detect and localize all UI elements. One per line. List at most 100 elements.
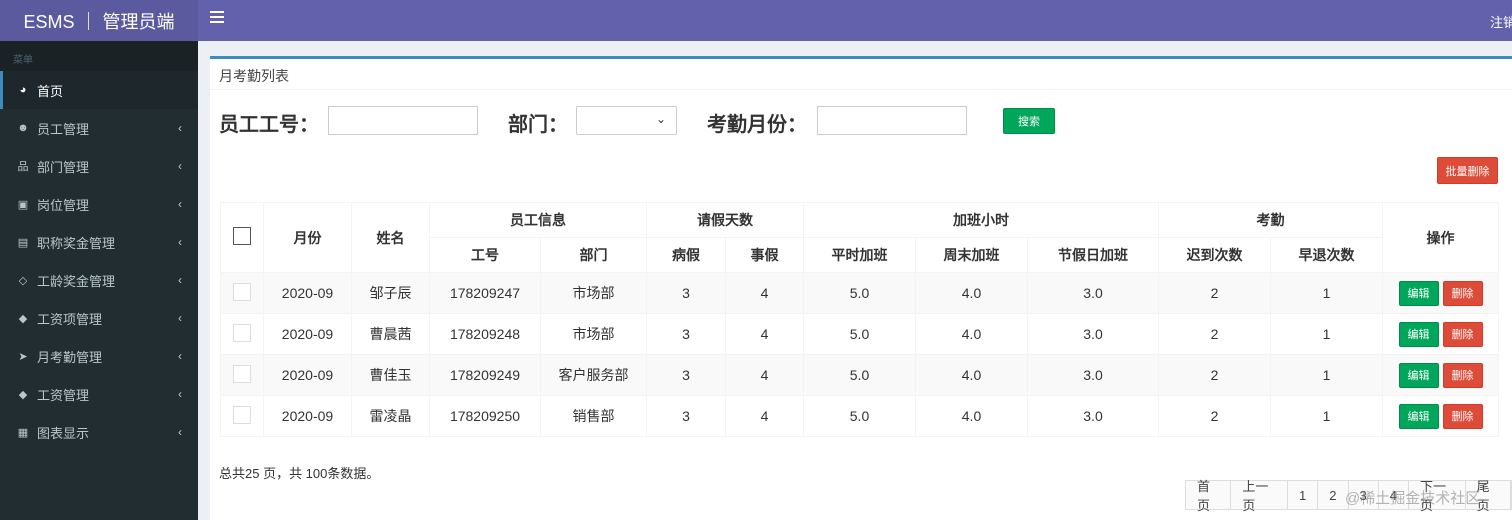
- cell-emp-no: 178209249: [429, 354, 541, 396]
- month-input[interactable]: [817, 106, 967, 135]
- cell-late: 2: [1158, 313, 1271, 355]
- delete-button[interactable]: 删除: [1442, 403, 1483, 429]
- sidebar-item-9[interactable]: ▦ 图表显示 ‹: [0, 413, 198, 451]
- pagination-item[interactable]: 3: [1349, 481, 1379, 509]
- cell-name: 曹晨茜: [351, 313, 430, 355]
- emp-no-input[interactable]: [328, 106, 478, 135]
- cell-early: 1: [1270, 354, 1383, 396]
- delete-button[interactable]: 删除: [1442, 362, 1483, 388]
- sidebar-item-1[interactable]: ☻ 员工管理 ‹: [0, 109, 198, 147]
- cell-ot-holiday: 3.0: [1027, 272, 1159, 314]
- cell-ot-normal: 5.0: [803, 354, 916, 396]
- cell-early: 1: [1270, 395, 1383, 437]
- file-text-icon: ▦: [17, 426, 29, 439]
- code-icon: ◇: [18, 274, 28, 287]
- pagination-item[interactable]: 2: [1318, 481, 1349, 509]
- sidebar-item-label: 部门管理: [37, 159, 90, 175]
- sidebar-item-label: 工资项管理: [37, 311, 103, 327]
- logout-link[interactable]: 注销: [1490, 12, 1512, 31]
- sidebar-item-3[interactable]: ▣ 岗位管理 ‹: [0, 185, 198, 223]
- cell-late: 2: [1158, 395, 1271, 437]
- pagination-item[interactable]: 上一页: [1231, 479, 1289, 513]
- col-late: 迟到次数: [1158, 237, 1271, 273]
- cell-dept: 销售部: [540, 395, 647, 437]
- row-select-cell: [220, 354, 264, 396]
- row-checkbox[interactable]: [233, 282, 251, 301]
- sidebar-item-4[interactable]: ▤ 职称奖金管理 ‹: [0, 223, 198, 261]
- pagination-item[interactable]: 4: [1379, 481, 1409, 509]
- chevron-left-icon: ‹: [178, 425, 182, 439]
- cell-ot-holiday: 3.0: [1027, 354, 1159, 396]
- sidebar-menu-header: 菜单: [0, 41, 198, 71]
- row-select-cell: [220, 313, 264, 355]
- row-select-cell: [220, 395, 264, 437]
- chevron-left-icon: ‹: [178, 197, 182, 211]
- briefcase-icon: ▣: [17, 198, 29, 211]
- sidebar-toggle-icon[interactable]: [210, 11, 224, 25]
- cell-sick: 3: [646, 272, 726, 314]
- col-month: 月份: [263, 202, 352, 273]
- col-ot-normal: 平时加班: [803, 237, 916, 273]
- sidebar-item-label: 首页: [37, 83, 64, 99]
- edit-button[interactable]: 编辑: [1398, 403, 1439, 429]
- search-button[interactable]: 搜索: [1003, 108, 1055, 134]
- paper-plane-icon: ➤: [18, 350, 28, 363]
- table-body: 2020-09 邹子辰 178209247 市场部 3 4 5.0 4.0 3.0 2 1 编辑 删除 2…: [220, 272, 1499, 437]
- pagination-item[interactable]: 1: [1288, 481, 1319, 509]
- top-navbar: 注销: [198, 0, 1512, 41]
- title-divider: [210, 89, 1512, 90]
- row-checkbox[interactable]: [233, 405, 251, 424]
- row-checkbox[interactable]: [233, 323, 251, 342]
- cell-name: 雷凌晶: [351, 395, 430, 437]
- sidebar-item-0[interactable]: ◕ 首页: [0, 71, 198, 109]
- cell-dept: 市场部: [540, 272, 647, 314]
- dashboard-icon: ◕: [19, 84, 27, 96]
- row-select-cell: [220, 272, 264, 314]
- tag-icon: ◆: [18, 388, 28, 401]
- table-row: 2020-09 雷凌晶 178209250 销售部 3 4 5.0 4.0 3.0 2 1 编辑 删除: [220, 395, 1499, 437]
- edit-button[interactable]: 编辑: [1398, 362, 1439, 388]
- edit-button[interactable]: 编辑: [1398, 321, 1439, 347]
- pagination-item[interactable]: 尾页: [1466, 479, 1511, 513]
- cell-ot-normal: 5.0: [803, 272, 916, 314]
- sidebar-item-7[interactable]: ➤ 月考勤管理 ‹: [0, 337, 198, 375]
- sidebar-item-8[interactable]: ◆ 工资管理 ‹: [0, 375, 198, 413]
- cell-dept: 市场部: [540, 313, 647, 355]
- cell-ot-weekend: 4.0: [915, 395, 1028, 437]
- table-row: 2020-09 曹晨茜 178209248 市场部 3 4 5.0 4.0 3.0 2 1 编辑 删除: [220, 313, 1499, 355]
- row-actions-cell: 编辑 删除: [1382, 313, 1499, 355]
- app-logo[interactable]: ESMS ｜ 管理员端: [0, 0, 198, 41]
- dept-label: 部门：: [508, 114, 568, 136]
- batch-delete-button[interactable]: 批量删除: [1437, 157, 1498, 184]
- select-all-checkbox[interactable]: [233, 227, 251, 245]
- chevron-left-icon: ‹: [178, 159, 182, 173]
- sidebar-item-label: 月考勤管理: [37, 349, 103, 365]
- cell-emp-no: 178209248: [429, 313, 541, 355]
- pagination-item[interactable]: 首页: [1186, 479, 1232, 513]
- pagination-summary: 总共25 页，共 100条数据。: [219, 466, 380, 481]
- row-checkbox[interactable]: [233, 364, 251, 383]
- chevron-left-icon: ‹: [178, 235, 182, 249]
- delete-button[interactable]: 删除: [1442, 321, 1483, 347]
- sidebar-menu: ◕ 首页 ☻ 员工管理 ‹ 品部门管理 ‹ ▣ 岗位管理 ‹ ▤ 职称奖金管理 ‹ ◇ 工龄奖金管理 ‹ ◆ 工资…: [0, 71, 198, 451]
- col-sick: 病假: [646, 237, 726, 273]
- col-early: 早退次数: [1270, 237, 1383, 273]
- edit-button[interactable]: 编辑: [1398, 280, 1439, 306]
- cell-emp-no: 178209247: [429, 272, 541, 314]
- sidebar-item-label: 图表显示: [37, 425, 90, 441]
- sidebar-item-2[interactable]: 品部门管理 ‹: [0, 147, 198, 185]
- sidebar-item-6[interactable]: ◆ 工资项管理 ‹: [0, 299, 198, 337]
- sitemap-icon: 品: [17, 161, 29, 173]
- sidebar-item-label: 岗位管理: [37, 197, 90, 213]
- row-actions-cell: 编辑 删除: [1382, 354, 1499, 396]
- dept-select[interactable]: ⌄: [576, 106, 677, 135]
- id-card-icon: ▤: [17, 236, 29, 249]
- sidebar-item-5[interactable]: ◇ 工龄奖金管理 ‹: [0, 261, 198, 299]
- col-name: 姓名: [351, 202, 430, 273]
- pagination-item[interactable]: 下一页: [1409, 479, 1466, 513]
- col-emp-no: 工号: [429, 237, 541, 273]
- cell-sick: 3: [646, 313, 726, 355]
- sidebar-item-label: 职称奖金管理: [37, 235, 116, 251]
- delete-button[interactable]: 删除: [1442, 280, 1483, 306]
- row-actions-cell: 编辑 删除: [1382, 395, 1499, 437]
